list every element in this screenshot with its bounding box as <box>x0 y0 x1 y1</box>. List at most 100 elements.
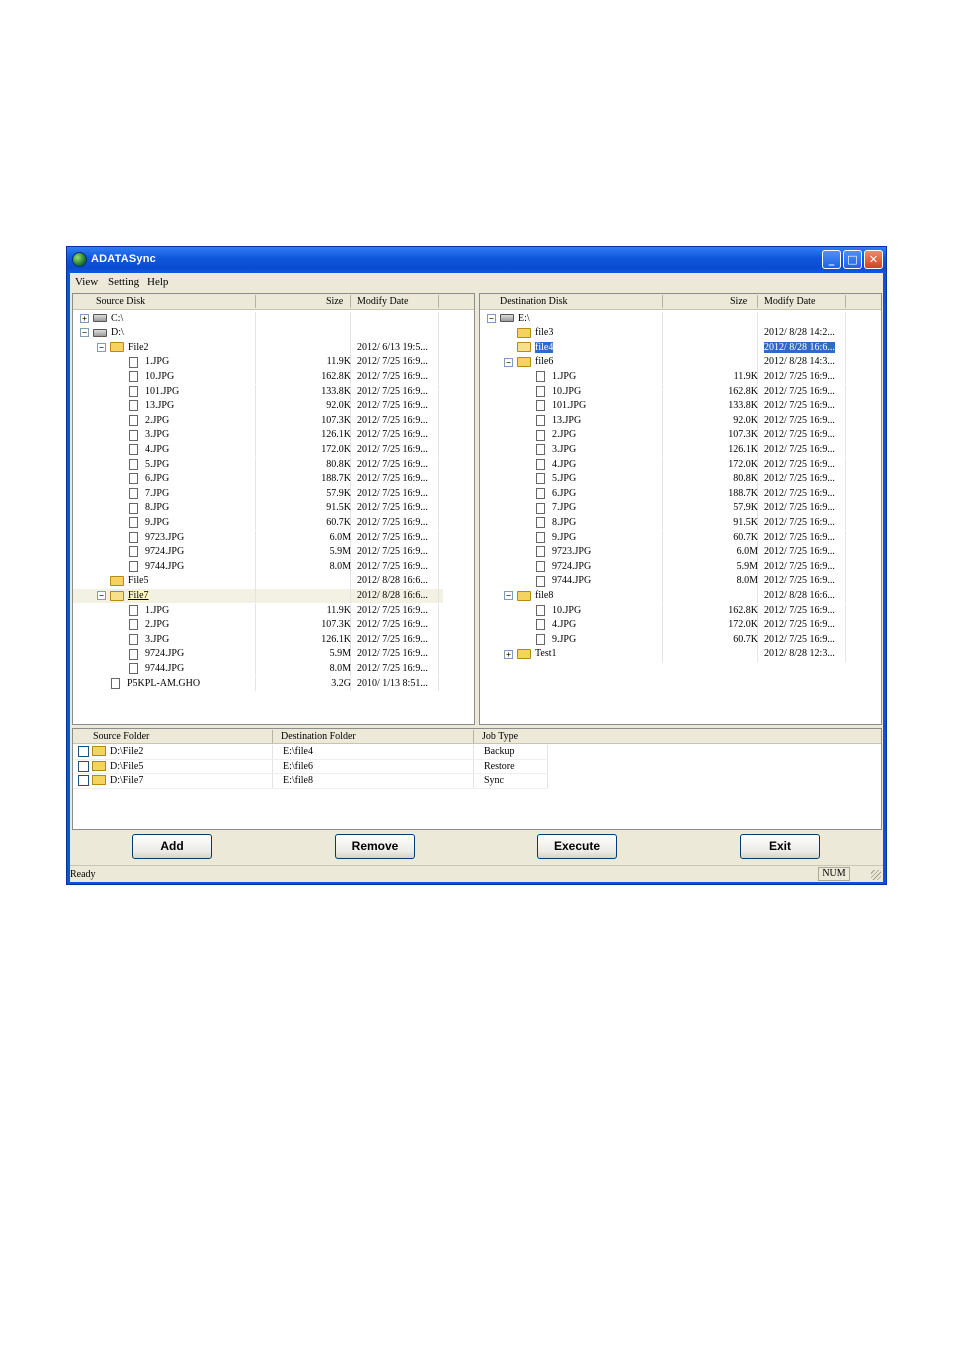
folder-icon <box>517 649 531 659</box>
destination-tree-row[interactable]: 6.JPG 188.7K 2012/ 7/25 16:9... <box>480 486 850 502</box>
source-tree-row[interactable]: 3.JPG 126.1K 2012/ 7/25 16:9... <box>73 632 443 648</box>
source-tree-row[interactable]: P5KPL-AM.GHO 3.2G 2010/ 1/13 8:51... <box>73 676 443 692</box>
exit-button[interactable]: Exit <box>740 834 820 859</box>
source-tree-row[interactable]: − File2 2012/ 6/13 19:5... <box>73 340 443 356</box>
destination-tree-row[interactable]: 9723.JPG 6.0M 2012/ 7/25 16:9... <box>480 545 850 560</box>
destination-tree-row[interactable]: 9744.JPG 8.0M 2012/ 7/25 16:9... <box>480 574 850 589</box>
collapse-icon[interactable]: − <box>97 342 106 352</box>
close-button[interactable]: ✕ <box>864 250 883 269</box>
job-row[interactable]: D:\File2 E:\file4 Backup <box>73 745 548 760</box>
maximize-button[interactable]: □ <box>843 250 862 269</box>
add-button[interactable]: Add <box>132 834 212 859</box>
destination-header-name[interactable]: Destination Disk <box>500 296 568 307</box>
destination-tree-row[interactable]: 9724.JPG 5.9M 2012/ 7/25 16:9... <box>480 559 850 575</box>
drive-icon <box>93 328 107 337</box>
remove-button[interactable]: Remove <box>335 834 415 859</box>
minimize-button[interactable]: _ <box>822 250 841 269</box>
menu-view[interactable]: View <box>75 276 98 288</box>
destination-tree-row[interactable]: 5.JPG 80.8K 2012/ 7/25 16:9... <box>480 472 850 487</box>
source-tree-row[interactable]: 4.JPG 172.0K 2012/ 7/25 16:9... <box>73 442 443 458</box>
job-header-destination[interactable]: Destination Folder <box>281 731 356 742</box>
destination-disk-pane[interactable]: Destination Disk Size Modify Date − E:\ fi… <box>479 293 882 725</box>
destination-tree-row[interactable]: 7.JPG 57.9K 2012/ 7/25 16:9... <box>480 501 850 516</box>
source-tree-row[interactable]: 1.JPG 11.9K 2012/ 7/25 16:9... <box>73 603 443 619</box>
collapse-icon[interactable]: − <box>504 357 513 367</box>
source-tree-row[interactable]: 3.JPG 126.1K 2012/ 7/25 16:9... <box>73 428 443 443</box>
destination-tree-row[interactable]: file3 2012/ 8/28 14:2... <box>480 326 850 341</box>
source-tree-row[interactable]: 9723.JPG 6.0M 2012/ 7/25 16:9... <box>73 530 443 546</box>
destination-tree-row[interactable]: 3.JPG 126.1K 2012/ 7/25 16:9... <box>480 442 850 458</box>
source-header-name[interactable]: Source Disk <box>96 296 145 307</box>
destination-tree-row[interactable]: + Test1 2012/ 8/28 12:3... <box>480 647 850 662</box>
source-tree-row[interactable]: 5.JPG 80.8K 2012/ 7/25 16:9... <box>73 457 443 473</box>
destination-tree-row[interactable]: 9.JPG 60.7K 2012/ 7/25 16:9... <box>480 530 850 546</box>
destination-tree-row[interactable]: − E:\ <box>480 311 850 327</box>
job-checkbox[interactable] <box>78 746 89 757</box>
expand-icon[interactable]: + <box>504 649 513 659</box>
source-tree-row[interactable]: File5 2012/ 8/28 16:6... <box>73 574 443 589</box>
destination-item-name: E:\ <box>518 312 530 324</box>
destination-header-size[interactable]: Size <box>730 296 747 307</box>
destination-tree-row[interactable]: 13.JPG 92.0K 2012/ 7/25 16:9... <box>480 413 850 429</box>
source-tree-row[interactable]: 9744.JPG 8.0M 2012/ 7/25 16:9... <box>73 559 443 575</box>
destination-tree-row[interactable]: − file8 2012/ 8/28 16:6... <box>480 588 850 604</box>
source-disk-pane[interactable]: Source Disk Size Modify Date + C:\ − D:\ − Fi… <box>72 293 475 725</box>
source-tree-row[interactable]: 13.JPG 92.0K 2012/ 7/25 16:9... <box>73 399 443 414</box>
source-header-size[interactable]: Size <box>326 296 343 307</box>
destination-tree-row[interactable]: 2.JPG 107.3K 2012/ 7/25 16:9... <box>480 428 850 443</box>
destination-item-date: 2012/ 7/25 16:9... <box>764 633 835 645</box>
source-tree-row[interactable]: 9724.JPG 5.9M 2012/ 7/25 16:9... <box>73 647 443 662</box>
source-tree-row[interactable]: 10.JPG 162.8K 2012/ 7/25 16:9... <box>73 369 443 385</box>
source-tree-row[interactable]: 7.JPG 57.9K 2012/ 7/25 16:9... <box>73 486 443 502</box>
job-list[interactable]: Source Folder Destination Folder Job Typ… <box>72 728 882 830</box>
source-header-date[interactable]: Modify Date <box>357 296 408 307</box>
destination-tree-row[interactable]: 9.JPG 60.7K 2012/ 7/25 16:9... <box>480 632 850 648</box>
source-item-name: 9744.JPG <box>145 662 185 674</box>
source-tree-row[interactable]: 101.JPG 133.8K 2012/ 7/25 16:9... <box>73 384 443 400</box>
source-tree-row[interactable]: 8.JPG 91.5K 2012/ 7/25 16:9... <box>73 501 443 516</box>
source-tree-row[interactable]: − D:\ <box>73 326 443 341</box>
file-icon <box>129 604 138 616</box>
destination-tree-row[interactable]: 101.JPG 133.8K 2012/ 7/25 16:9... <box>480 399 850 414</box>
destination-item-date: 2012/ 7/25 16:9... <box>764 516 835 528</box>
destination-tree-row[interactable]: 8.JPG 91.5K 2012/ 7/25 16:9... <box>480 515 850 531</box>
source-item-size: 107.3K <box>321 414 351 426</box>
menu-setting[interactable]: Setting <box>108 276 139 288</box>
resize-grip-icon[interactable] <box>871 870 881 880</box>
job-header-type[interactable]: Job Type <box>482 731 518 742</box>
source-tree-row[interactable]: 9.JPG 60.7K 2012/ 7/25 16:9... <box>73 515 443 531</box>
folder-icon <box>92 746 106 756</box>
destination-tree-row[interactable]: 4.JPG 172.0K 2012/ 7/25 16:9... <box>480 618 850 633</box>
collapse-icon[interactable]: − <box>504 591 513 601</box>
source-tree-row[interactable]: 1.JPG 11.9K 2012/ 7/25 16:9... <box>73 355 443 370</box>
destination-item-name: 4.JPG <box>552 458 577 470</box>
destination-item-name: file6 <box>535 356 554 368</box>
expand-icon[interactable]: + <box>80 313 89 323</box>
source-tree-row[interactable]: 9724.JPG 5.9M 2012/ 7/25 16:9... <box>73 545 443 560</box>
job-checkbox[interactable] <box>78 775 89 786</box>
destination-tree-row[interactable]: 10.JPG 162.8K 2012/ 7/25 16:9... <box>480 384 850 400</box>
job-row[interactable]: D:\File5 E:\file6 Restore <box>73 759 548 774</box>
menu-help[interactable]: Help <box>147 276 168 288</box>
destination-tree-row[interactable]: 1.JPG 11.9K 2012/ 7/25 16:9... <box>480 369 850 385</box>
destination-header-date[interactable]: Modify Date <box>764 296 815 307</box>
source-item-date: 2012/ 7/25 16:9... <box>357 473 428 485</box>
job-row[interactable]: D:\File7 E:\file8 Sync <box>73 774 548 789</box>
execute-button[interactable]: Execute <box>537 834 617 859</box>
source-tree-row[interactable]: 6.JPG 188.7K 2012/ 7/25 16:9... <box>73 472 443 487</box>
source-tree-row[interactable]: − File7 2012/ 8/28 16:6... <box>73 588 443 604</box>
destination-tree-row[interactable]: 10.JPG 162.8K 2012/ 7/25 16:9... <box>480 603 850 619</box>
collapse-icon[interactable]: − <box>80 328 89 338</box>
source-tree-row[interactable]: 9744.JPG 8.0M 2012/ 7/25 16:9... <box>73 661 443 677</box>
source-tree-row[interactable]: + C:\ <box>73 311 443 327</box>
destination-tree-row[interactable]: 4.JPG 172.0K 2012/ 7/25 16:9... <box>480 457 850 473</box>
source-tree-row[interactable]: 2.JPG 107.3K 2012/ 7/25 16:9... <box>73 413 443 429</box>
title-bar[interactable]: ADATASync _ □ ✕ <box>67 247 886 273</box>
collapse-icon[interactable]: − <box>487 313 496 323</box>
destination-tree-row[interactable]: − file6 2012/ 8/28 14:3... <box>480 355 850 370</box>
destination-tree-row[interactable]: file4 2012/ 8/28 16:6... <box>480 340 850 356</box>
collapse-icon[interactable]: − <box>97 591 106 601</box>
source-tree-row[interactable]: 2.JPG 107.3K 2012/ 7/25 16:9... <box>73 618 443 633</box>
job-header-source[interactable]: Source Folder <box>93 731 149 742</box>
job-checkbox[interactable] <box>78 760 89 772</box>
